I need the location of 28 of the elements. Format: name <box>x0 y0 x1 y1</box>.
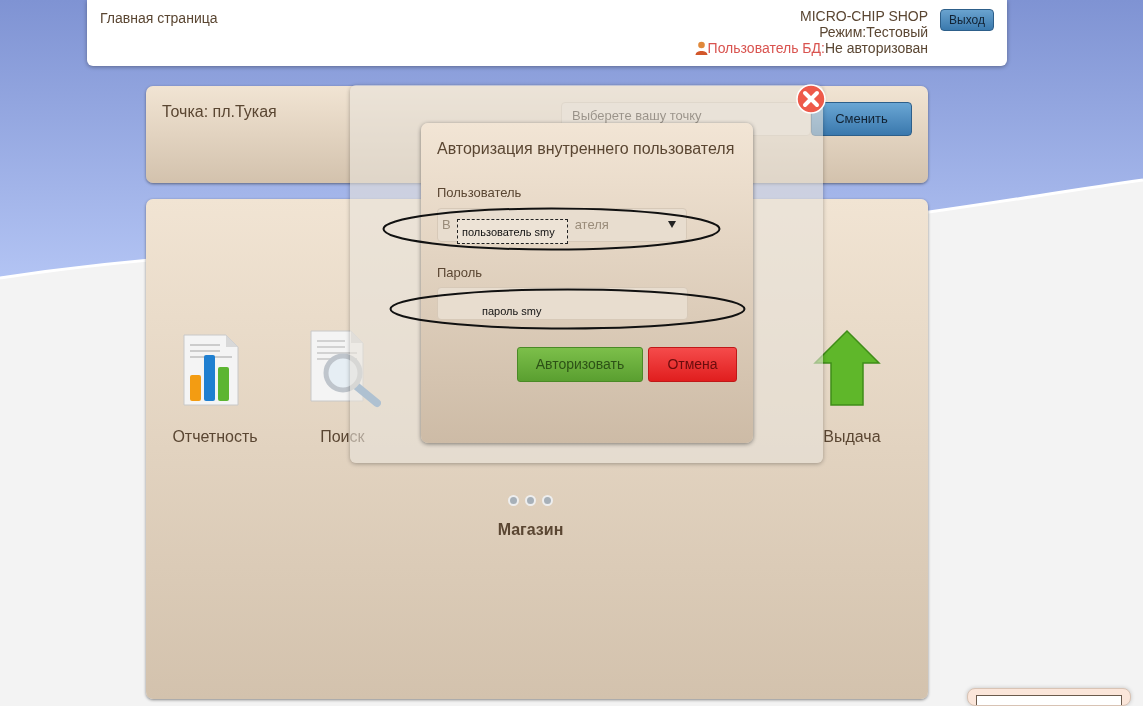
user-label: Пользователь <box>437 184 523 202</box>
db-user-status: Не авторизован <box>824 40 929 56</box>
point-label: Точка: пл.Тукая <box>162 102 277 122</box>
change-button[interactable]: Сменить <box>811 102 912 136</box>
section-title: Магазин <box>496 520 565 540</box>
pager-dot[interactable] <box>542 495 553 506</box>
pager-dot[interactable] <box>525 495 536 506</box>
annotation-text: пароль smy <box>482 304 542 319</box>
logout-button[interactable]: Выход <box>940 9 994 31</box>
annotation-text: пользователь smy <box>457 219 568 244</box>
password-field[interactable] <box>437 287 688 320</box>
menu-item-label[interactable]: Отчетность <box>172 425 258 449</box>
menu-item-label[interactable]: Поиск <box>320 425 365 449</box>
mode-text: Режим:Тестовый <box>819 24 929 40</box>
caret-icon <box>668 221 676 228</box>
page-title: Главная страница <box>100 9 218 28</box>
shop-name: MICRO-CHIP SHOP <box>800 8 929 24</box>
dialog-title: Авторизация внутреннего пользователя <box>437 139 736 159</box>
menu-item-label[interactable]: Выдача <box>823 425 881 449</box>
db-user-label: Пользователь БД: <box>707 40 825 56</box>
select-placeholder: В <box>442 215 451 234</box>
select-placeholder: ателя <box>574 215 609 234</box>
pager-dot[interactable] <box>508 495 519 506</box>
authorize-button[interactable]: Авторизовать <box>517 347 643 382</box>
user-icon <box>694 41 708 55</box>
close-icon[interactable] <box>796 84 826 114</box>
cancel-button[interactable]: Отмена <box>648 347 737 382</box>
password-label: Пароль <box>437 263 484 282</box>
